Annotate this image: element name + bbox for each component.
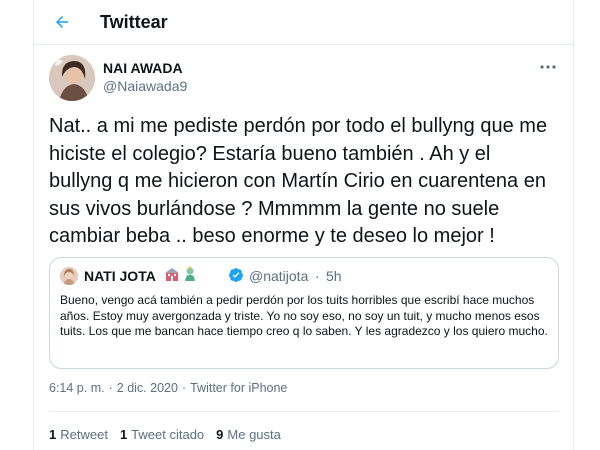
quoted-tweet[interactable]: NATI JOTA @natijota · 5h Bueno, vengo ac…: [49, 257, 559, 369]
back-button[interactable]: [48, 8, 76, 36]
quoted-avatar[interactable]: [60, 267, 78, 285]
quotes-label: Tweet citado: [131, 427, 205, 442]
author-handle[interactable]: @Naiawada9: [103, 78, 187, 94]
tweet-text: Nat.. a mi me pediste perdón por todo el…: [49, 115, 548, 248]
avatar[interactable]: [49, 55, 95, 101]
tweet-author: NAI AWADA @Naiawada9: [49, 55, 559, 105]
tweet-column: Twittear NAI AWADA @Naiawada9 Nat.. a mi…: [33, 0, 574, 450]
quoted-tweet-text: Bueno, vengo acá también a pedir perdón …: [60, 293, 548, 339]
tweet-source[interactable]: Twitter for iPhone: [190, 381, 287, 395]
quoted-avatar-image: [60, 267, 78, 285]
quotes-count: 1: [119, 427, 128, 442]
quoted-author-handle[interactable]: @natijota: [249, 268, 308, 284]
tweet-time[interactable]: 6:14 p. m.: [49, 381, 105, 395]
quoted-name-emojis: [164, 266, 198, 282]
tweet-meta: 6:14 p. m. · 2 dic. 2020 · Twitter for i…: [49, 381, 287, 395]
page-header: Twittear: [34, 0, 573, 45]
avatar-image: [49, 55, 95, 101]
retweets-count: 1: [49, 427, 57, 442]
arrow-left-icon: [56, 16, 68, 28]
quoted-separator: ·: [315, 268, 320, 284]
building-emoji: [165, 268, 179, 281]
page-title: Twittear: [100, 12, 168, 32]
tweet-stats: 1 Retweet 1 Tweet citado 9 Me gusta: [49, 427, 281, 442]
more-button[interactable]: [537, 59, 559, 75]
author-name[interactable]: NAI AWADA: [103, 60, 183, 76]
more-dots-icon: [540, 65, 556, 69]
retweets-stat[interactable]: 1 Retweet: [49, 427, 108, 442]
meta-separator: ·: [108, 381, 113, 395]
tweet-date[interactable]: 2 dic. 2020: [117, 381, 178, 395]
quoted-time[interactable]: 5h: [326, 268, 342, 284]
genie-emoji: [185, 266, 195, 281]
meta-separator: ·: [181, 381, 187, 395]
retweets-label: Retweet: [60, 427, 108, 442]
likes-count: 9: [216, 427, 224, 442]
divider: [49, 411, 559, 412]
quotes-stat[interactable]: 1 Tweet citado: [120, 427, 204, 442]
verified-badge-icon: [229, 268, 243, 283]
likes-label: Me gusta: [227, 427, 281, 442]
likes-stat[interactable]: 9 Me gusta: [216, 427, 281, 442]
quoted-author-name[interactable]: NATI JOTA: [84, 268, 156, 284]
